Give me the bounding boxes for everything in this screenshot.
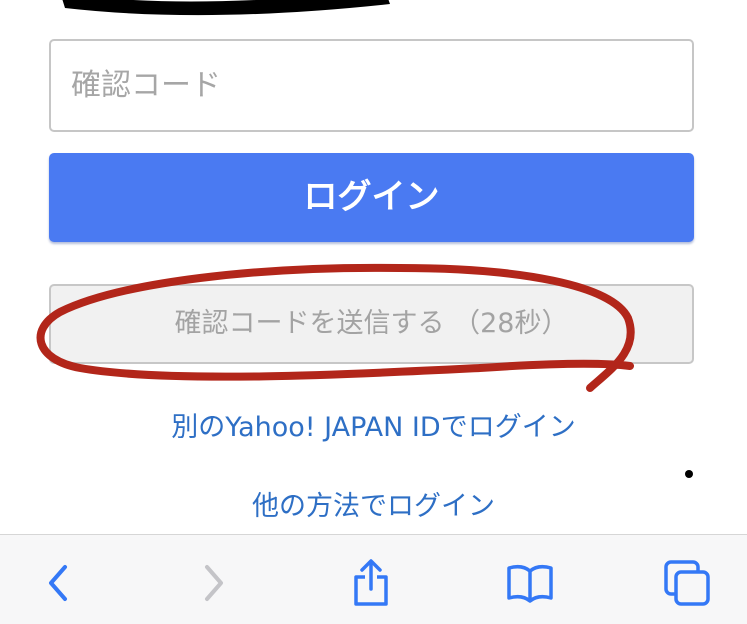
stray-dot bbox=[685, 470, 693, 478]
tabs-icon[interactable] bbox=[659, 555, 715, 611]
verification-code-input[interactable] bbox=[49, 39, 694, 132]
forward-icon[interactable] bbox=[186, 555, 242, 611]
redaction-mark bbox=[62, 0, 390, 16]
login-page: ログイン 確認コードを送信する （28秒） 別のYahoo! JAPAN IDで… bbox=[0, 0, 747, 624]
browser-toolbar bbox=[0, 534, 747, 624]
other-yahoo-id-login-link[interactable]: 別のYahoo! JAPAN IDでログイン bbox=[0, 405, 747, 444]
share-icon[interactable] bbox=[343, 555, 399, 611]
resend-code-button[interactable]: 確認コードを送信する （28秒） bbox=[49, 284, 694, 364]
back-icon[interactable] bbox=[30, 555, 86, 611]
other-method-login-link[interactable]: 他の方法でログイン bbox=[0, 484, 747, 523]
bookmarks-icon[interactable] bbox=[502, 555, 558, 611]
login-button[interactable]: ログイン bbox=[49, 153, 694, 242]
